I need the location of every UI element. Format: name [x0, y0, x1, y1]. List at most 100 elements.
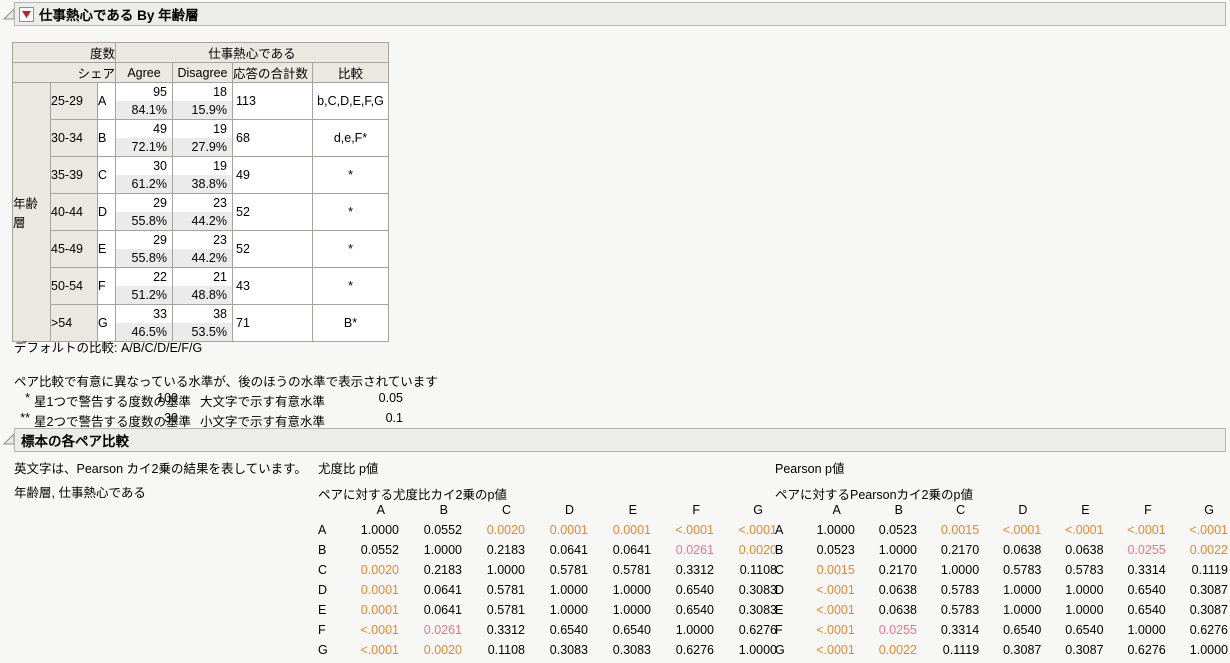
total-count: 71	[233, 314, 312, 332]
total-cell: 52	[233, 194, 313, 231]
lr-pvalue-cell: 0.0001	[590, 520, 653, 540]
lr-pvalue-cell: 0.0020	[401, 640, 464, 660]
disagree-cell: 2344.2%	[173, 194, 233, 231]
corner-freq-label: 度数	[13, 43, 116, 63]
pearson-pvalue-cell: 0.0255	[1106, 540, 1168, 560]
pearson-col-header: B	[857, 500, 919, 520]
star-rule-value: 30	[136, 411, 178, 425]
pearson-pvalue-cell: 0.3087	[1168, 580, 1230, 600]
level-letter-cell: G	[98, 305, 116, 342]
lr-pvalue-cell: 0.0261	[653, 540, 716, 560]
lr-pvalue-cell: 0.5781	[590, 560, 653, 580]
total-count: 52	[233, 203, 312, 221]
alpha-value: 0.05	[357, 391, 403, 405]
pearson-col-header: C	[919, 500, 981, 520]
agree-count: 29	[116, 194, 172, 212]
lr-row-label: A	[312, 520, 338, 540]
red-triangle-menu-button[interactable]	[19, 7, 34, 22]
age-range-cell: 50-54	[51, 268, 98, 305]
pearson-row: F<.00010.02550.33140.65400.65401.00000.6…	[769, 620, 1230, 640]
pearson-col-header: D	[981, 500, 1043, 520]
total-cell: 71	[233, 305, 313, 342]
lr-pvalue-cell: <.0001	[338, 620, 401, 640]
pearson-row-label: F	[769, 620, 795, 640]
lr-pvalue-cell: 0.5781	[464, 600, 527, 620]
compare-cell: b,C,D,E,F,G	[313, 83, 389, 120]
disagree-count: 21	[173, 268, 232, 286]
pearson-row-label: G	[769, 640, 795, 660]
pearson-pvalue-cell: 1.0000	[1043, 580, 1105, 600]
col-header-compare: 比較	[313, 63, 389, 83]
compare-cell: d,e,F*	[313, 120, 389, 157]
lr-pvalue-cell: 0.6276	[653, 640, 716, 660]
lr-col-header: D	[527, 500, 590, 520]
pearson-row-label: E	[769, 600, 795, 620]
agree-percent: 55.8%	[116, 249, 172, 267]
lr-col-header: B	[401, 500, 464, 520]
lr-pvalue-cell: 0.0641	[527, 540, 590, 560]
star-marker: *	[12, 391, 30, 405]
lr-pvalue-matrix: ABCDEFGA1.00000.05520.00200.00010.0001<.…	[312, 500, 779, 660]
lr-pvalue-cell: 0.6540	[590, 620, 653, 640]
lr-header-row: ABCDEFG	[312, 500, 779, 520]
pearson-pvalue-cell: 0.6540	[1106, 600, 1168, 620]
star-marker: **	[12, 411, 30, 425]
lr-pvalue-cell: 0.0641	[590, 540, 653, 560]
lr-pvalue-cell: 1.0000	[401, 540, 464, 560]
lr-pvalue-cell: 0.0020	[464, 520, 527, 540]
agree-count: 49	[116, 120, 172, 138]
star-rule-line-2: ** 星2つで警告する度数の基準 30 小文字で示す有意水準 0.1	[0, 411, 600, 427]
disagree-percent: 27.9%	[173, 138, 232, 156]
pearson-pvalue-cell: <.0001	[1043, 520, 1105, 540]
lr-col-header: C	[464, 500, 527, 520]
pearson-pvalue-cell: 0.0638	[857, 580, 919, 600]
disagree-percent: 15.9%	[173, 101, 232, 119]
total-count: 113	[233, 92, 312, 110]
agree-count: 33	[116, 305, 172, 323]
age-range-cell: 30-34	[51, 120, 98, 157]
compare-cell: *	[313, 231, 389, 268]
disagree-percent: 44.2%	[173, 249, 232, 267]
variables-label: 年齢層, 仕事熱心である	[14, 482, 146, 501]
lr-pvalue-cell: 0.5781	[464, 580, 527, 600]
compare-cell: *	[313, 268, 389, 305]
level-letter-cell: E	[98, 231, 116, 268]
pearson-pvalue-cell: 0.0015	[795, 560, 857, 580]
pearson-pvalue-label: Pearson p値	[775, 458, 844, 477]
pearson-pvalue-cell: 1.0000	[919, 560, 981, 580]
pearson-row: B0.05231.00000.21700.06380.06380.02550.0…	[769, 540, 1230, 560]
disagree-count: 19	[173, 120, 232, 138]
pearson-pvalue-cell: 0.3087	[981, 640, 1043, 660]
lr-pvalue-cell: 0.0020	[338, 560, 401, 580]
col-header-total: 応答の合計数	[233, 63, 313, 83]
table-row: >54G3346.5%3853.5%71B*	[13, 305, 389, 342]
pearson-row: C0.00150.21701.00000.57830.57830.33140.1…	[769, 560, 1230, 580]
lr-col-header: A	[338, 500, 401, 520]
pearson-pvalue-cell: 0.5783	[1043, 560, 1105, 580]
pearson-row-label: B	[769, 540, 795, 560]
lr-pvalue-cell: 0.3312	[653, 560, 716, 580]
disagree-count: 23	[173, 194, 232, 212]
total-cell: 113	[233, 83, 313, 120]
table-row: 35-39C3061.2%1938.8%49*	[13, 157, 389, 194]
pearson-row: A1.00000.05230.0015<.0001<.0001<.0001<.0…	[769, 520, 1230, 540]
pearson-pvalue-cell: 0.0022	[1168, 540, 1230, 560]
star-rule-line-1: * 星1つで警告する度数の基準 100 大文字で示す有意水準 0.05	[0, 391, 600, 407]
lr-row: C0.00200.21831.00000.57810.57810.33120.1…	[312, 560, 779, 580]
level-letter-cell: A	[98, 83, 116, 120]
pearson-pvalue-cell: <.0001	[1106, 520, 1168, 540]
lr-pvalue-cell: 1.0000	[527, 580, 590, 600]
disagree-cell: 1815.9%	[173, 83, 233, 120]
pearson-row-label: C	[769, 560, 795, 580]
agree-percent: 55.8%	[116, 212, 172, 230]
lr-pvalue-cell: 1.0000	[527, 600, 590, 620]
pair-comparison-note: ペア比較で有意に異なっている水準が、後のほうの水準で表示されています	[14, 371, 438, 390]
pearson-pvalue-cell: 0.5783	[981, 560, 1043, 580]
pearson-pvalue-cell: 0.0638	[1043, 540, 1105, 560]
level-letter-cell: B	[98, 120, 116, 157]
pearson-row: G<.00010.00220.11190.30870.30870.62761.0…	[769, 640, 1230, 660]
pearson-pvalue-cell: 1.0000	[981, 600, 1043, 620]
pearson-pvalue-cell: 0.6540	[981, 620, 1043, 640]
compare-cell: *	[313, 157, 389, 194]
lr-pvalue-cell: 0.0001	[338, 600, 401, 620]
